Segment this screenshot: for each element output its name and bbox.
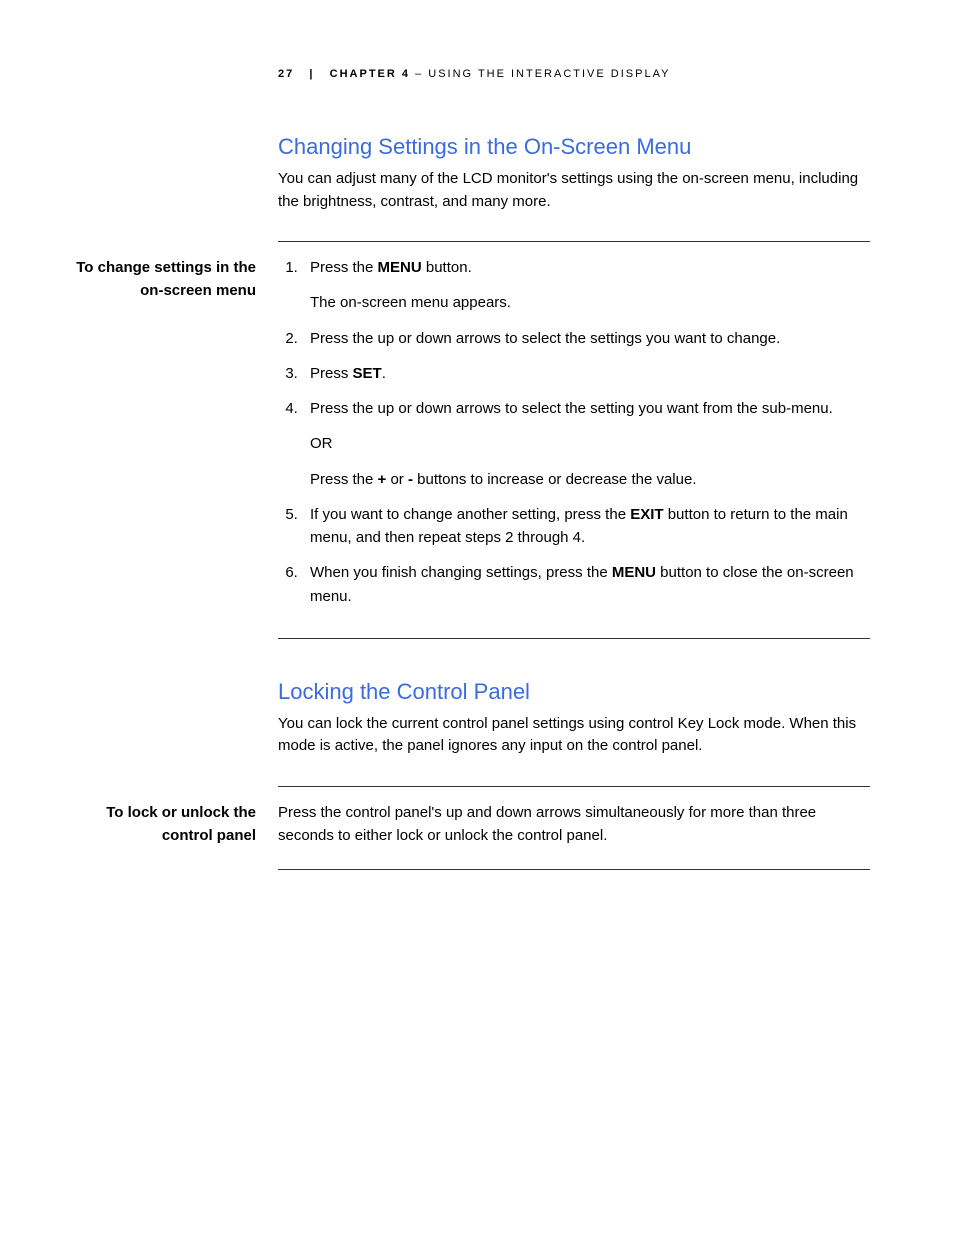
lock-panel-body: Press the control panel's up and down ar… <box>278 801 870 848</box>
step-2: Press the up or down arrows to select th… <box>302 327 870 350</box>
step-1: Press the MENU button. The on-screen men… <box>302 256 870 315</box>
steps-list: Press the MENU button. The on-screen men… <box>278 256 870 608</box>
section-title-locking: Locking the Control Panel <box>278 679 870 705</box>
section2-intro: You can lock the current control panel s… <box>278 713 870 758</box>
section-end-divider <box>278 638 870 639</box>
step-6: When you finish changing settings, press… <box>302 561 870 608</box>
step-4-alt: Press the + or - buttons to increase or … <box>310 468 870 491</box>
section-end-divider-2 <box>278 869 870 870</box>
step-4-or: OR <box>310 432 870 455</box>
step-1-sub: The on-screen menu appears. <box>310 291 870 314</box>
page-number: 27 <box>278 68 294 80</box>
step-4: Press the up or down arrows to select th… <box>302 397 870 491</box>
header-separator: | <box>309 68 314 80</box>
chapter-tail: – USING THE INTERACTIVE DISPLAY <box>410 68 670 80</box>
step-5: If you want to change another setting, p… <box>302 503 870 550</box>
section-divider <box>278 241 870 242</box>
sidenote-lock-panel: To lock or unlock the control panel <box>60 801 278 848</box>
section1-intro: You can adjust many of the LCD monitor's… <box>278 168 870 213</box>
sidenote-change-settings: To change settings in the on-screen menu <box>60 256 278 620</box>
section-divider-2 <box>278 786 870 787</box>
chapter-label: CHAPTER 4 <box>330 68 410 80</box>
page-header: 27 | CHAPTER 4 – USING THE INTERACTIVE D… <box>278 68 870 80</box>
section-title-changing-settings: Changing Settings in the On-Screen Menu <box>278 134 870 160</box>
step-3: Press SET. <box>302 362 870 385</box>
